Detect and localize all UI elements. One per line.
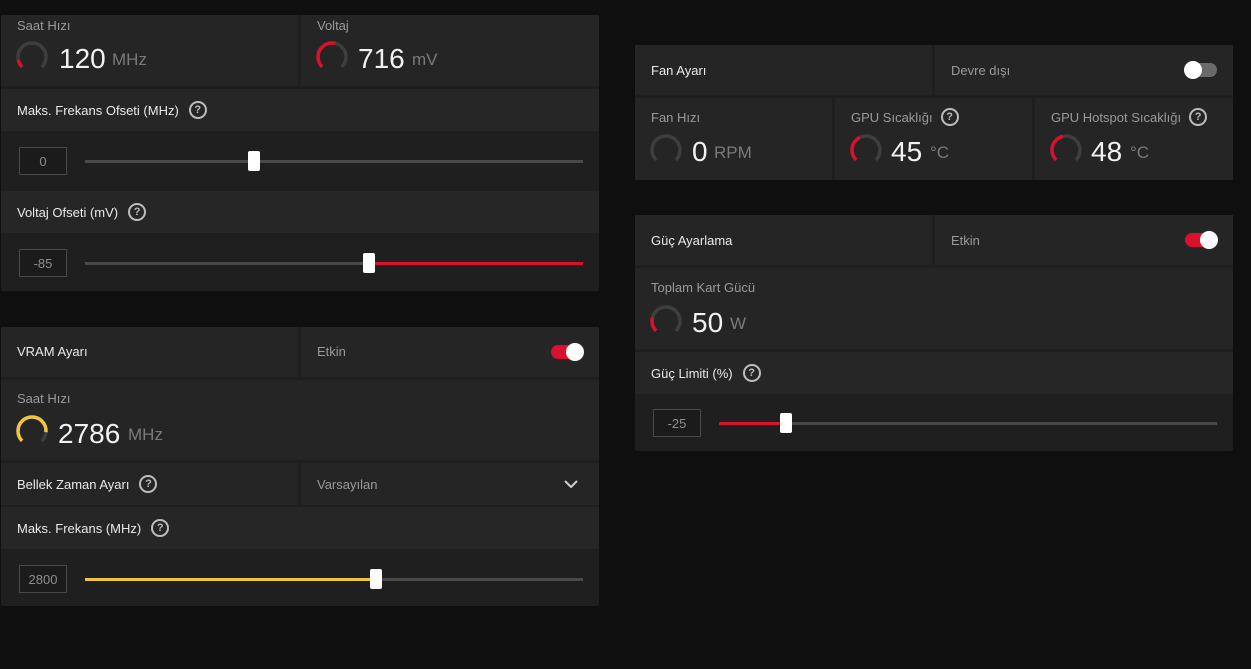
power-panel: Güç Ayarlama Etkin Toplam Kart Gücü 50 W… xyxy=(635,215,1233,451)
power-limit-track[interactable] xyxy=(719,422,1217,425)
power-limit-input[interactable]: -25 xyxy=(653,409,701,437)
vram-clock-gauge xyxy=(16,415,48,447)
total-power-value: 50 xyxy=(692,307,724,338)
vram-max-freq-row: Maks. Frekans (MHz) xyxy=(1,507,599,549)
gpu-tuning-panel: Saat Hızı 120 MHz Voltaj 716 mV Maks. Fr… xyxy=(1,15,599,291)
total-power-gauge xyxy=(650,305,682,337)
fan-speed-label: Fan Hızı xyxy=(651,110,701,125)
gpu-temp-unit: °C xyxy=(930,143,950,162)
toggle-knob xyxy=(1200,231,1218,249)
gpu-voltage-value: 716 xyxy=(358,43,405,74)
vram-clock-unit: MHz xyxy=(128,425,163,444)
max-freq-offset-input[interactable]: 0 xyxy=(19,147,67,175)
gpu-clock-gauge xyxy=(16,41,48,73)
voltage-offset-fill xyxy=(368,262,583,265)
fan-panel: Fan Ayarı Devre dışı Fan Hızı 0 RPM GPU … xyxy=(635,45,1233,180)
vram-panel: VRAM Ayarı Etkin Saat Hızı 2786 MHz Bell… xyxy=(1,327,599,606)
gpu-voltage-label: Voltaj xyxy=(317,18,349,33)
vram-max-freq-label: Maks. Frekans (MHz) xyxy=(17,520,142,536)
vram-max-freq-thumb[interactable] xyxy=(370,569,383,589)
power-limit-fill xyxy=(719,422,786,425)
memory-timing-label-cell: Bellek Zaman Ayarı xyxy=(1,463,298,505)
help-icon[interactable] xyxy=(188,101,207,119)
voltage-offset-label: Voltaj Ofseti (mV) xyxy=(17,204,119,220)
gpu-voltage-unit: mV xyxy=(412,50,438,69)
chevron-down-icon xyxy=(564,480,578,488)
gpu-clock-label: Saat Hızı xyxy=(17,18,71,33)
power-limit-thumb[interactable] xyxy=(779,413,792,433)
hotspot-temp-label: GPU Hotspot Sıcaklığı xyxy=(1051,109,1182,125)
help-icon[interactable] xyxy=(940,108,959,126)
total-power-label: Toplam Kart Gücü xyxy=(651,280,756,295)
gpu-clock-value: 120 xyxy=(59,43,106,74)
toggle-knob xyxy=(566,343,584,361)
max-freq-offset-track[interactable] xyxy=(85,160,583,163)
vram-max-freq-fill xyxy=(85,578,377,581)
hotspot-temp-value: 48 xyxy=(1091,136,1123,167)
vram-clock-value: 2786 xyxy=(58,418,121,449)
help-icon[interactable] xyxy=(1189,108,1208,126)
vram-clock-cell: Saat Hızı 2786 MHz xyxy=(1,380,599,460)
vram-clock-label: Saat Hızı xyxy=(17,391,71,406)
hotspot-temp-cell: GPU Hotspot Sıcaklığı 48 °C xyxy=(1035,98,1233,180)
fan-speed-gauge xyxy=(650,134,682,166)
max-freq-offset-label: Maks. Frekans Ofseti (MHz) xyxy=(17,102,179,118)
gpu-clock-unit: MHz xyxy=(112,50,147,69)
hotspot-temp-gauge xyxy=(1050,134,1082,166)
memory-timing-label: Bellek Zaman Ayarı xyxy=(17,476,130,492)
vram-state-cell: Etkin xyxy=(301,327,599,377)
gpu-voltage-gauge xyxy=(316,41,348,73)
total-power-cell: Toplam Kart Gücü 50 W xyxy=(635,268,1233,349)
gpu-temp-cell: GPU Sıcaklığı 45 °C xyxy=(835,98,1032,180)
gpu-temp-value: 45 xyxy=(891,136,923,167)
help-icon[interactable] xyxy=(128,203,147,221)
gpu-voltage-cell: Voltaj 716 mV xyxy=(301,15,599,86)
help-icon[interactable] xyxy=(139,475,158,493)
fan-state-text: Devre dışı xyxy=(951,63,1011,78)
vram-title: VRAM Ayarı xyxy=(17,344,88,359)
hotspot-temp-unit: °C xyxy=(1130,143,1150,162)
gpu-clock-cell: Saat Hızı 120 MHz xyxy=(1,15,298,86)
vram-toggle[interactable] xyxy=(551,343,584,361)
gpu-temp-gauge xyxy=(850,134,882,166)
memory-timing-selected: Varsayılan xyxy=(317,477,378,492)
vram-title-cell: VRAM Ayarı xyxy=(1,327,298,377)
voltage-offset-input[interactable]: -85 xyxy=(19,249,67,277)
vram-state-text: Etkin xyxy=(317,344,346,359)
voltage-offset-row: Voltaj Ofseti (mV) xyxy=(1,191,599,233)
gpu-temp-label: GPU Sıcaklığı xyxy=(851,109,933,125)
max-freq-offset-thumb[interactable] xyxy=(248,151,261,171)
power-state-text: Etkin xyxy=(951,233,980,248)
power-limit-label: Güç Limiti (%) xyxy=(651,365,733,381)
power-title-cell: Güç Ayarlama xyxy=(635,215,932,265)
help-icon[interactable] xyxy=(742,364,761,382)
fan-title-cell: Fan Ayarı xyxy=(635,45,932,95)
fan-toggle[interactable] xyxy=(1184,61,1217,79)
power-state-cell: Etkin xyxy=(935,215,1233,265)
fan-title: Fan Ayarı xyxy=(651,63,707,78)
power-toggle[interactable] xyxy=(1185,231,1218,249)
voltage-offset-thumb[interactable] xyxy=(362,253,375,273)
toggle-knob xyxy=(1184,61,1202,79)
max-freq-offset-row: Maks. Frekans Ofseti (MHz) xyxy=(1,89,599,131)
vram-max-freq-input[interactable]: 2800 xyxy=(19,565,67,593)
total-power-unit: W xyxy=(730,314,747,333)
fan-state-cell: Devre dışı xyxy=(935,45,1233,95)
fan-speed-cell: Fan Hızı 0 RPM xyxy=(635,98,832,180)
memory-timing-dropdown[interactable]: Varsayılan xyxy=(301,463,599,505)
power-limit-row: Güç Limiti (%) xyxy=(635,352,1233,394)
power-title: Güç Ayarlama xyxy=(651,233,733,248)
help-icon[interactable] xyxy=(151,519,170,537)
fan-speed-unit: RPM xyxy=(714,143,752,162)
fan-speed-value: 0 xyxy=(692,136,708,167)
